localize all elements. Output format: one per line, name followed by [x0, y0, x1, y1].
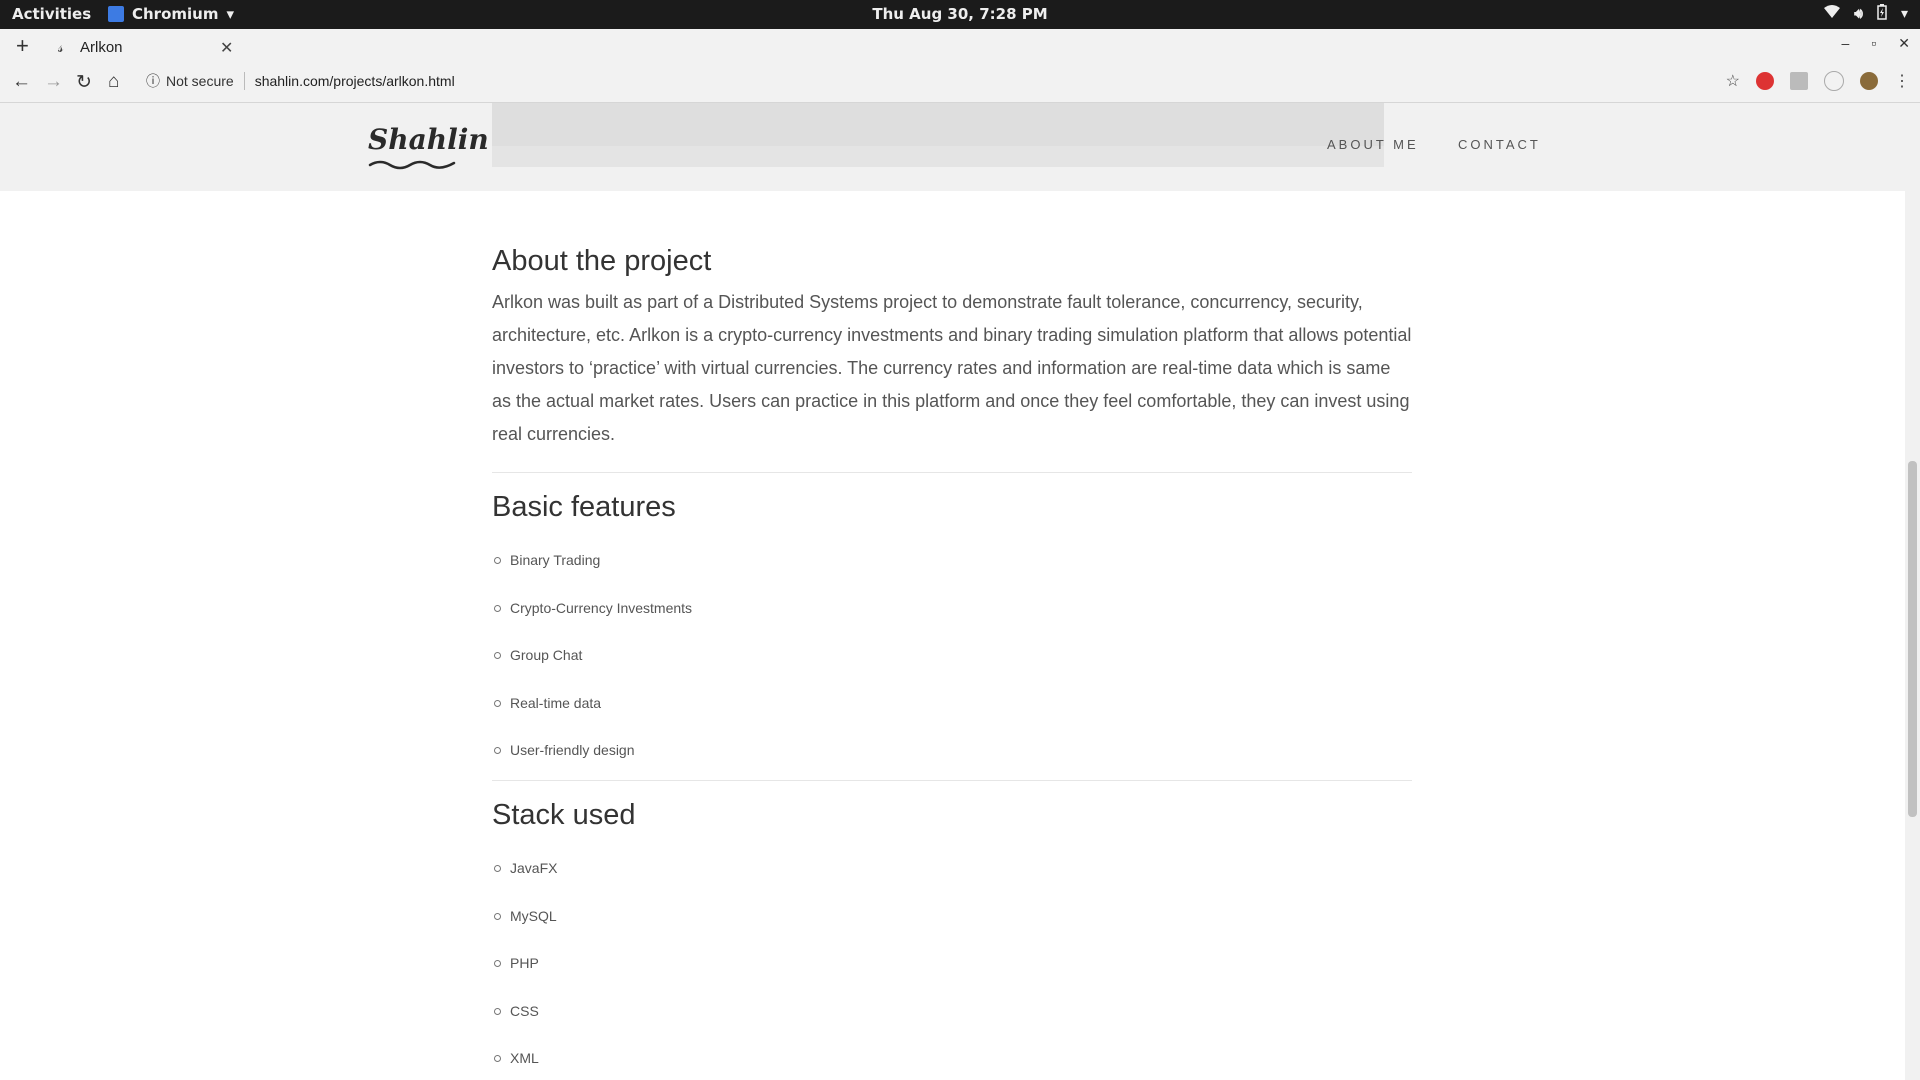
site-logo[interactable]: Shahlin — [368, 123, 489, 156]
back-arrow-icon[interactable]: ← — [12, 71, 31, 93]
features-heading: Basic features — [492, 491, 676, 523]
stack-label: XML — [510, 1050, 539, 1066]
list-item: MySQL — [492, 908, 557, 956]
bullet-icon — [494, 557, 501, 564]
system-top-bar: Activities Chromium ▾ Thu Aug 30, 7:28 P… — [0, 0, 1920, 29]
bullet-icon — [494, 652, 501, 659]
list-item: PHP — [492, 955, 557, 1003]
app-menu-label: Chromium — [132, 5, 219, 23]
page-scrollbar[interactable] — [1905, 103, 1920, 1080]
clock[interactable]: Thu Aug 30, 7:28 PM — [872, 5, 1047, 23]
wifi-icon — [1824, 5, 1841, 23]
volume-icon: 🔊︎ — [1854, 6, 1863, 22]
list-item: CSS — [492, 1003, 557, 1051]
about-paragraph: Arlkon was built as part of a Distribute… — [492, 292, 1412, 444]
window-controls: – ▫ ✕ — [1842, 35, 1911, 52]
bullet-icon — [494, 1007, 501, 1015]
list-item: Crypto-Currency Investments — [492, 600, 692, 648]
adblock-extension-icon[interactable] — [1756, 72, 1774, 90]
tab-title: Arlkon — [80, 39, 123, 56]
minimize-icon[interactable]: – — [1842, 35, 1850, 52]
new-tab-button[interactable]: + — [16, 33, 29, 59]
scrollbar-thumb[interactable] — [1908, 461, 1917, 817]
site-header: Shahlin ABOUT ME CONTACT — [0, 103, 1905, 191]
logo-wave-icon — [368, 160, 456, 170]
list-item: Real-time data — [492, 695, 692, 743]
info-icon[interactable]: ⓘ — [146, 71, 160, 91]
close-tab-icon[interactable]: ✕ — [220, 38, 233, 58]
stack-label: JavaFX — [510, 860, 558, 876]
system-tray[interactable]: 🔊︎ ▾ — [1824, 4, 1908, 24]
stack-label: CSS — [510, 1002, 539, 1019]
about-heading: About the project — [492, 245, 712, 277]
tab-strip: + 𝓈 Arlkon ✕ – ▫ ✕ — [0, 29, 1920, 63]
bookmark-star-icon[interactable]: ☆ — [1726, 71, 1740, 91]
feature-label: User-friendly design — [510, 742, 635, 758]
feature-label: Group Chat — [510, 647, 583, 663]
features-list: Binary Trading Crypto-Currency Investmen… — [492, 552, 692, 790]
bullet-icon — [494, 912, 501, 920]
chevron-down-icon: ▾ — [1900, 6, 1908, 22]
bullet-icon — [494, 960, 501, 967]
list-item: User-friendly design — [492, 742, 692, 790]
site-favicon-icon: 𝓈 — [58, 39, 64, 56]
bullet-icon — [494, 699, 501, 707]
list-item: XML — [492, 1050, 557, 1080]
chromium-app-icon — [108, 6, 124, 22]
nav-about-me[interactable]: ABOUT ME — [1327, 137, 1419, 152]
chevron-down-icon: ▾ — [226, 5, 235, 23]
feature-label: Crypto-Currency Investments — [510, 599, 693, 616]
home-icon[interactable]: ⌂ — [108, 71, 119, 93]
more-menu-icon[interactable]: ⋮ — [1894, 71, 1910, 91]
nav-contact[interactable]: CONTACT — [1458, 137, 1541, 152]
forward-arrow-icon[interactable]: → — [44, 71, 63, 93]
section-divider — [492, 472, 1412, 473]
bullet-icon — [494, 604, 501, 612]
bullet-icon — [494, 1055, 501, 1062]
list-item: JavaFX — [492, 860, 557, 908]
toolbar-actions: ☆ ⋮ — [1726, 71, 1910, 91]
profile-avatar[interactable] — [1860, 72, 1878, 90]
reload-icon[interactable]: ↻ — [76, 71, 92, 94]
feature-label: Real-time data — [510, 694, 602, 711]
divider — [243, 72, 245, 90]
bullet-icon — [494, 747, 501, 754]
maximize-icon[interactable]: ▫ — [1871, 35, 1876, 52]
close-window-icon[interactable]: ✕ — [1898, 35, 1910, 52]
browser-toolbar: ← → ↻ ⌂ ⓘ Not secure shahlin.com/project… — [0, 63, 1920, 103]
feature-label: Binary Trading — [510, 552, 601, 568]
address-bar[interactable]: ⓘ Not secure shahlin.com/projects/arlkon… — [146, 71, 455, 91]
tab-arlkon[interactable]: 𝓈 Arlkon ✕ — [48, 32, 238, 63]
app-menu[interactable]: Chromium ▾ — [108, 5, 234, 23]
extension-icon[interactable] — [1790, 72, 1808, 90]
section-divider — [492, 780, 1412, 781]
activities-button[interactable]: Activities — [12, 5, 91, 23]
stack-label: MySQL — [510, 907, 557, 924]
extension-icon[interactable] — [1824, 71, 1844, 91]
bullet-icon — [494, 865, 501, 872]
url-text[interactable]: shahlin.com/projects/arlkon.html — [255, 73, 455, 89]
stack-heading: Stack used — [492, 799, 636, 831]
page-viewport: Shahlin ABOUT ME CONTACT About the proje… — [0, 103, 1905, 1080]
header-banner — [492, 103, 1384, 167]
list-item: Group Chat — [492, 647, 692, 695]
security-label: Not secure — [166, 73, 234, 89]
stack-label: PHP — [510, 955, 539, 971]
list-item: Binary Trading — [492, 552, 692, 600]
battery-icon — [1877, 4, 1887, 24]
stack-list: JavaFX MySQL PHP CSS XML — [492, 860, 557, 1080]
